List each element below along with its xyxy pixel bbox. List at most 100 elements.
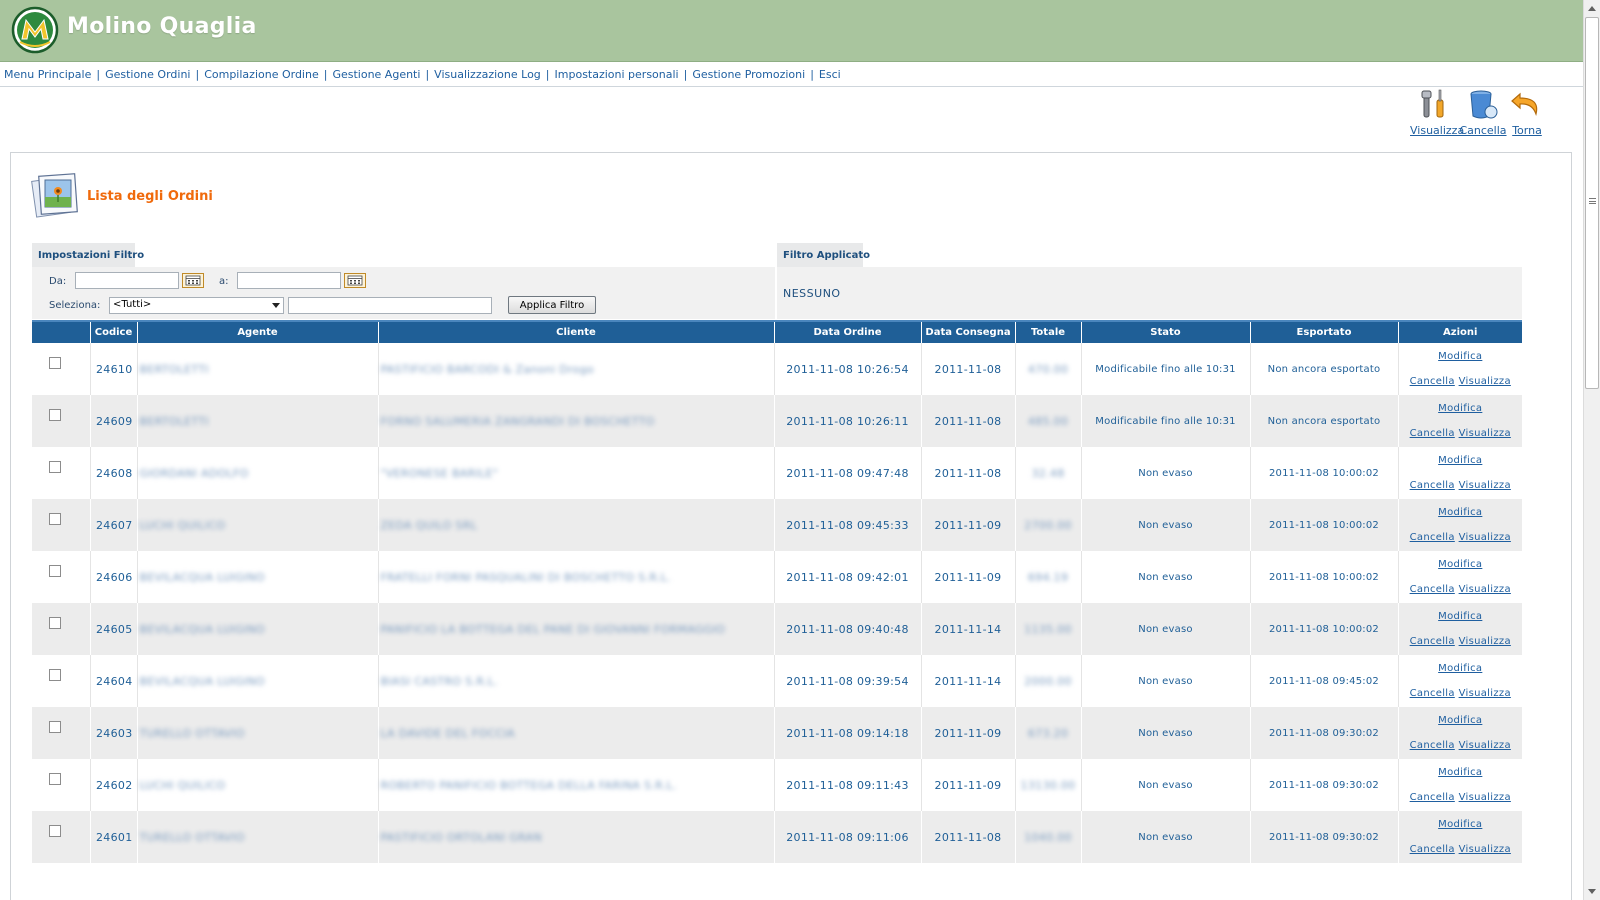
view-order-link[interactable]: Visualizza	[1459, 844, 1511, 855]
order-code: 24610	[89, 343, 137, 395]
agent-name: BERTOLETTI	[139, 362, 209, 376]
order-date: 2011-11-08 10:26:11	[773, 395, 921, 447]
edit-order-link[interactable]: Modifica	[1399, 559, 1523, 570]
nav-item-gestione-agenti[interactable]: Gestione Agenti	[332, 68, 420, 81]
delete-order-link[interactable]: Cancella	[1410, 428, 1455, 439]
order-date: 2011-11-08 09:40:48	[773, 603, 921, 655]
row-checkbox[interactable]	[48, 356, 61, 369]
delete-tool-label[interactable]: Cancella	[1458, 124, 1508, 137]
row-checkbox[interactable]	[48, 772, 61, 785]
view-order-link[interactable]: Visualizza	[1459, 636, 1511, 647]
delete-order-link[interactable]: Cancella	[1410, 480, 1455, 491]
row-checkbox[interactable]	[48, 616, 61, 629]
delete-tool-button[interactable]: Cancella	[1458, 88, 1508, 140]
delivery-date: 2011-11-09	[920, 759, 1015, 811]
table-row: 24606 BEVILACQUA LUIGINO FRATELLI FORNI PA…	[32, 551, 1522, 603]
edit-order-link[interactable]: Modifica	[1399, 611, 1523, 622]
row-checkbox[interactable]	[48, 460, 61, 473]
delivery-date: 2011-11-09	[920, 551, 1015, 603]
edit-order-link[interactable]: Modifica	[1399, 351, 1523, 362]
scrollbar-thumb[interactable]	[1585, 17, 1599, 389]
actions-cell: Modifica Cancella Visualizza	[1397, 395, 1523, 447]
view-order-link[interactable]: Visualizza	[1459, 376, 1511, 387]
delete-order-link[interactable]: Cancella	[1410, 376, 1455, 387]
row-checkbox[interactable]	[48, 408, 61, 421]
order-total: 470.00	[1027, 362, 1069, 376]
filter-search-input[interactable]	[288, 297, 492, 314]
view-order-link[interactable]: Visualizza	[1459, 480, 1511, 491]
order-total: 694.19	[1027, 570, 1069, 584]
from-date-input[interactable]	[75, 272, 179, 289]
edit-order-link[interactable]: Modifica	[1399, 663, 1523, 674]
column-header-data-consegna: Data Consegna	[920, 320, 1015, 343]
view-tool-button[interactable]: Visualizza	[1410, 88, 1464, 140]
row-checkbox[interactable]	[48, 512, 61, 525]
edit-order-link[interactable]: Modifica	[1399, 819, 1523, 830]
edit-order-link[interactable]: Modifica	[1399, 767, 1523, 778]
nav-item-compilazione-ordine[interactable]: Compilazione Ordine	[204, 68, 319, 81]
delete-order-link[interactable]: Cancella	[1410, 636, 1455, 647]
to-date-input[interactable]	[237, 272, 341, 289]
delete-order-link[interactable]: Cancella	[1410, 688, 1455, 699]
nav-item-menu-principale[interactable]: Menu Principale	[4, 68, 91, 81]
view-order-link[interactable]: Visualizza	[1459, 740, 1511, 751]
agent-cell: BEVILACQUA LUIGINO	[136, 603, 378, 655]
client-cell: "VERONESE BARILE"	[377, 447, 774, 499]
filter-select[interactable]: <Tutti>	[109, 297, 284, 314]
delete-order-link[interactable]: Cancella	[1410, 584, 1455, 595]
table-header-row: Codice Agente Cliente Data Ordine Data Conse…	[32, 320, 1522, 343]
delete-order-link[interactable]: Cancella	[1410, 792, 1455, 803]
delete-order-link[interactable]: Cancella	[1410, 740, 1455, 751]
to-calendar-icon[interactable]	[344, 273, 366, 288]
order-status: Non evaso	[1080, 811, 1250, 863]
edit-order-link[interactable]: Modifica	[1399, 455, 1523, 466]
client-cell: PANIFICIO LA BOTTEGA DEL PANE DI GIOVANN…	[377, 603, 774, 655]
view-order-link[interactable]: Visualizza	[1459, 428, 1511, 439]
from-calendar-icon[interactable]	[182, 273, 204, 288]
table-row: 24608 GIORDANI ADOLFO "VERONESE BARILE" 201…	[32, 447, 1522, 499]
scroll-up-arrow-icon[interactable]	[1584, 0, 1600, 17]
view-tool-label[interactable]: Visualizza	[1410, 124, 1464, 137]
delivery-date: 2011-11-09	[920, 499, 1015, 551]
grip-icon	[1589, 198, 1596, 204]
view-order-link[interactable]: Visualizza	[1459, 532, 1511, 543]
delivery-date: 2011-11-08	[920, 447, 1015, 499]
edit-order-link[interactable]: Modifica	[1399, 715, 1523, 726]
delete-order-link[interactable]: Cancella	[1410, 844, 1455, 855]
client-cell: BIASI CASTRO S.R.L.	[377, 655, 774, 707]
row-checkbox[interactable]	[48, 668, 61, 681]
order-total: 32.48	[1031, 466, 1065, 480]
order-code: 24608	[89, 447, 137, 499]
back-tool-button[interactable]: Torna	[1502, 88, 1552, 140]
view-order-link[interactable]: Visualizza	[1459, 584, 1511, 595]
client-name: ZEDA QUILO SRL	[380, 518, 478, 532]
nav-separator: |	[96, 68, 101, 81]
row-select-cell	[32, 655, 90, 707]
edit-order-link[interactable]: Modifica	[1399, 507, 1523, 518]
nav-item-gestione-ordini[interactable]: Gestione Ordini	[105, 68, 190, 81]
nav-item-impostazioni-personali[interactable]: Impostazioni personali	[555, 68, 679, 81]
delete-order-link[interactable]: Cancella	[1410, 532, 1455, 543]
back-tool-label[interactable]: Torna	[1502, 124, 1552, 137]
agent-name: TURELLO OTTAVIO	[139, 830, 245, 844]
row-checkbox[interactable]	[48, 564, 61, 577]
delivery-date: 2011-11-08	[920, 343, 1015, 395]
view-order-link[interactable]: Visualizza	[1459, 688, 1511, 699]
order-total: 2000.00	[1024, 674, 1072, 688]
nav-item-gestione-promozioni[interactable]: Gestione Promozioni	[692, 68, 805, 81]
row-select-cell	[32, 499, 90, 551]
actions-cell: Modifica Cancella Visualizza	[1397, 343, 1523, 395]
row-checkbox[interactable]	[48, 824, 61, 837]
order-date: 2011-11-08 09:11:06	[773, 811, 921, 863]
export-status: 2011-11-08 10:00:02	[1249, 499, 1398, 551]
vertical-scrollbar[interactable]	[1583, 0, 1600, 900]
nav-item-esci[interactable]: Esci	[819, 68, 841, 81]
scroll-down-arrow-icon[interactable]	[1584, 883, 1600, 900]
row-checkbox[interactable]	[48, 720, 61, 733]
row-select-cell	[32, 447, 90, 499]
view-order-link[interactable]: Visualizza	[1459, 792, 1511, 803]
apply-filter-button[interactable]: Applica Filtro	[508, 296, 596, 314]
row-select-cell	[32, 395, 90, 447]
nav-item-visualizzazione-log[interactable]: Visualizzazione Log	[434, 68, 541, 81]
edit-order-link[interactable]: Modifica	[1399, 403, 1523, 414]
